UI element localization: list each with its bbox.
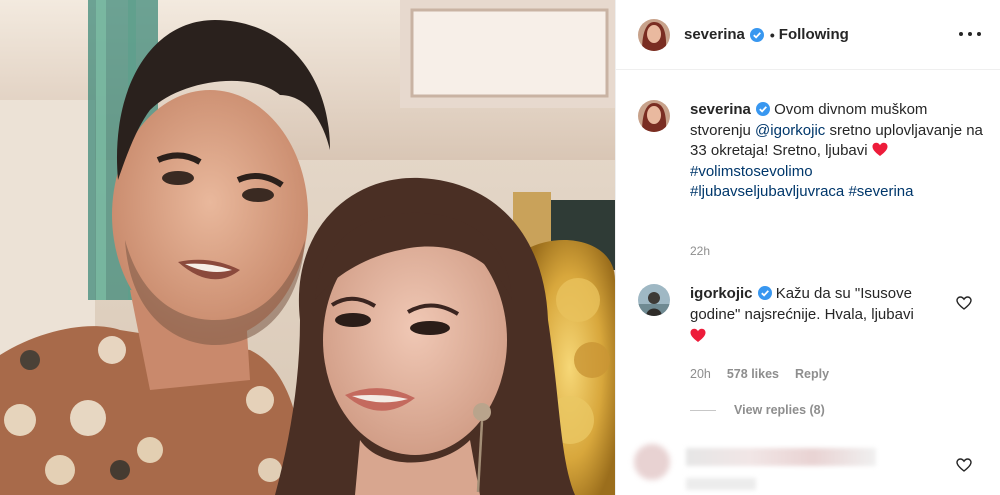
profile-picture: [638, 18, 670, 51]
view-replies-label: View replies (8): [734, 403, 825, 417]
caption-username[interactable]: severina: [690, 101, 751, 118]
verified-badge-icon: [755, 102, 770, 116]
red-heart-emoji-icon: [872, 142, 888, 156]
more-dot: [959, 32, 963, 36]
avatar[interactable]: [638, 100, 670, 132]
post-author-username[interactable]: severina: [684, 26, 745, 43]
post-side-panel: severina • Following severina Ovom divno…: [615, 0, 1000, 495]
blurred-avatar: [634, 444, 670, 480]
avatar[interactable]: [638, 18, 670, 51]
post-header: severina • Following: [616, 0, 1000, 70]
comment-meta: 20h 578 likes Reply: [690, 367, 829, 381]
more-dot: [968, 32, 972, 36]
profile-picture: [638, 284, 670, 316]
view-replies-button[interactable]: View replies (8): [690, 403, 825, 417]
more-options-icon[interactable]: [959, 24, 981, 44]
divider-line: [690, 409, 716, 411]
blurred-text: [686, 448, 876, 466]
post-caption: severina Ovom divnom muškom stvorenju @i…: [638, 100, 988, 203]
blurred-comment: [626, 430, 996, 495]
comment-text: igorkojic Kažu da su "Isusove godine" na…: [690, 284, 960, 348]
post-photo[interactable]: [0, 0, 615, 495]
profile-picture: [638, 100, 670, 132]
hashtag-link[interactable]: #volimstosevolimo: [690, 163, 813, 180]
verified-badge-icon: [749, 27, 764, 42]
hashtag-link[interactable]: #ljubavseljubavljuvraca: [690, 183, 844, 200]
avatar[interactable]: [638, 284, 670, 316]
instagram-post-view: severina • Following severina Ovom divno…: [0, 0, 1000, 495]
mention-link[interactable]: @igorkojic: [755, 122, 825, 139]
separator-dot: •: [769, 26, 775, 43]
reply-button[interactable]: Reply: [795, 367, 829, 381]
heart-outline-icon[interactable]: [956, 458, 972, 472]
comment-timestamp: 20h: [690, 367, 711, 381]
hashtag-link[interactable]: #severina: [848, 183, 913, 200]
following-button[interactable]: Following: [779, 26, 849, 43]
caption-text: severina Ovom divnom muškom stvorenju @i…: [690, 100, 988, 203]
caption-timestamp: 22h: [690, 244, 711, 258]
more-dot: [977, 32, 981, 36]
verified-badge-icon: [757, 286, 772, 300]
comment-username[interactable]: igorkojic: [690, 285, 753, 302]
comment: igorkojic Kažu da su "Isusove godine" na…: [638, 284, 988, 348]
heart-outline-icon[interactable]: [956, 296, 972, 310]
red-heart-emoji-icon: [690, 328, 706, 342]
selfie-image: [0, 0, 615, 495]
blurred-text: [686, 478, 756, 490]
comment-likes[interactable]: 578 likes: [727, 367, 779, 381]
